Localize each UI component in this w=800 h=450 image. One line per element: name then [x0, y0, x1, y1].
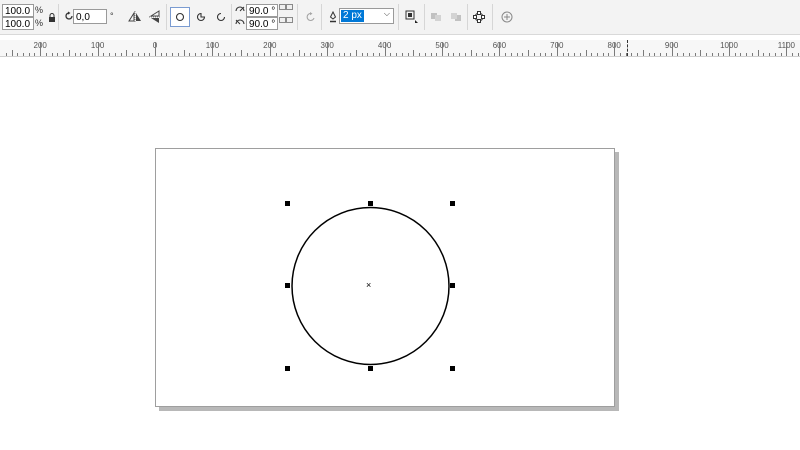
selection-handle-bottom-left[interactable]	[285, 366, 290, 371]
selection-handle-left[interactable]	[285, 283, 290, 288]
ellipse-shape[interactable]	[0, 0, 800, 450]
selection-handle-bottom[interactable]	[368, 366, 373, 371]
selection-handle-right[interactable]	[450, 283, 455, 288]
selection-handle-top[interactable]	[368, 201, 373, 206]
selection-handle-bottom-right[interactable]	[450, 366, 455, 371]
selection-handle-top-left[interactable]	[285, 201, 290, 206]
selection-handle-top-right[interactable]	[450, 201, 455, 206]
center-marker-icon: ×	[366, 280, 372, 290]
